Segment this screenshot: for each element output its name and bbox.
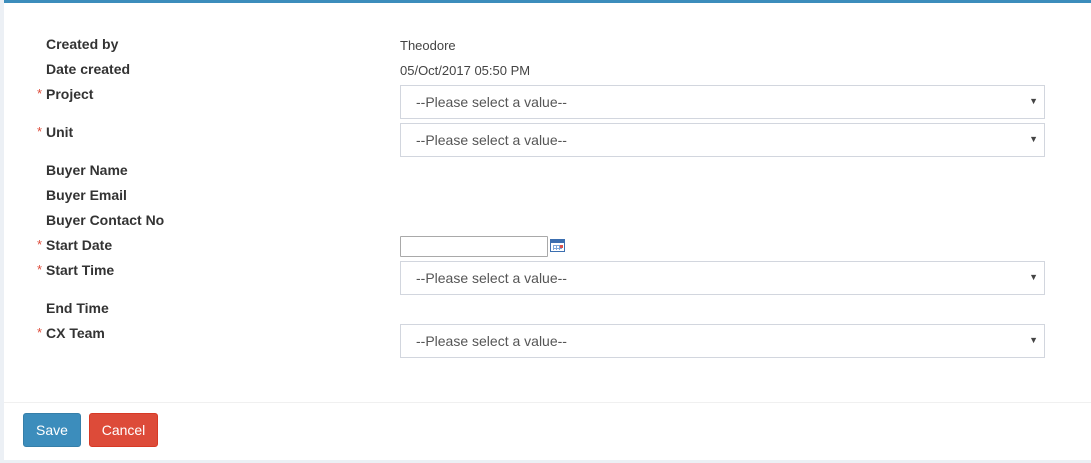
date-created-value: 05/Oct/2017 05:50 PM bbox=[400, 63, 531, 78]
save-button[interactable]: Save bbox=[23, 413, 81, 447]
cx-team-select[interactable]: --Please select a value-- ▼ bbox=[400, 324, 1045, 358]
buyer-name-label: Buyer Name bbox=[46, 162, 128, 178]
form-footer: Save Cancel bbox=[4, 402, 1091, 463]
chevron-down-icon: ▼ bbox=[1029, 335, 1038, 345]
date-created-label: Date created bbox=[46, 61, 131, 77]
required-marker: * bbox=[37, 262, 43, 277]
unit-select-value: --Please select a value-- bbox=[416, 132, 567, 148]
start-date-input[interactable] bbox=[400, 236, 548, 257]
project-select[interactable]: --Please select a value-- ▼ bbox=[400, 85, 1045, 119]
buyer-email-label: Buyer Email bbox=[46, 187, 127, 203]
required-marker: * bbox=[37, 237, 43, 252]
buyer-contact-label: Buyer Contact No bbox=[46, 212, 165, 228]
created-by-value: Theodore bbox=[400, 38, 456, 53]
end-time-label: End Time bbox=[46, 300, 109, 316]
start-time-select[interactable]: --Please select a value-- ▼ bbox=[400, 261, 1045, 295]
unit-label: Unit bbox=[46, 124, 74, 140]
start-time-select-value: --Please select a value-- bbox=[416, 270, 567, 286]
start-date-label: Start Date bbox=[46, 237, 113, 253]
cx-team-select-value: --Please select a value-- bbox=[416, 333, 567, 349]
required-marker: * bbox=[37, 124, 43, 139]
required-marker: * bbox=[37, 86, 43, 101]
chevron-down-icon: ▼ bbox=[1029, 272, 1038, 282]
cx-team-label: CX Team bbox=[46, 325, 105, 341]
calendar-icon[interactable] bbox=[550, 239, 565, 252]
unit-select[interactable]: --Please select a value-- ▼ bbox=[400, 123, 1045, 157]
created-by-label: Created by bbox=[46, 36, 119, 52]
chevron-down-icon: ▼ bbox=[1029, 134, 1038, 144]
start-time-label: Start Time bbox=[46, 262, 115, 278]
cancel-button[interactable]: Cancel bbox=[89, 413, 158, 447]
required-marker: * bbox=[37, 325, 43, 340]
chevron-down-icon: ▼ bbox=[1029, 96, 1038, 106]
project-select-value: --Please select a value-- bbox=[416, 94, 567, 110]
form-panel: Created by Theodore Date created 05/Oct/… bbox=[4, 0, 1091, 460]
project-label: Project bbox=[46, 86, 94, 102]
